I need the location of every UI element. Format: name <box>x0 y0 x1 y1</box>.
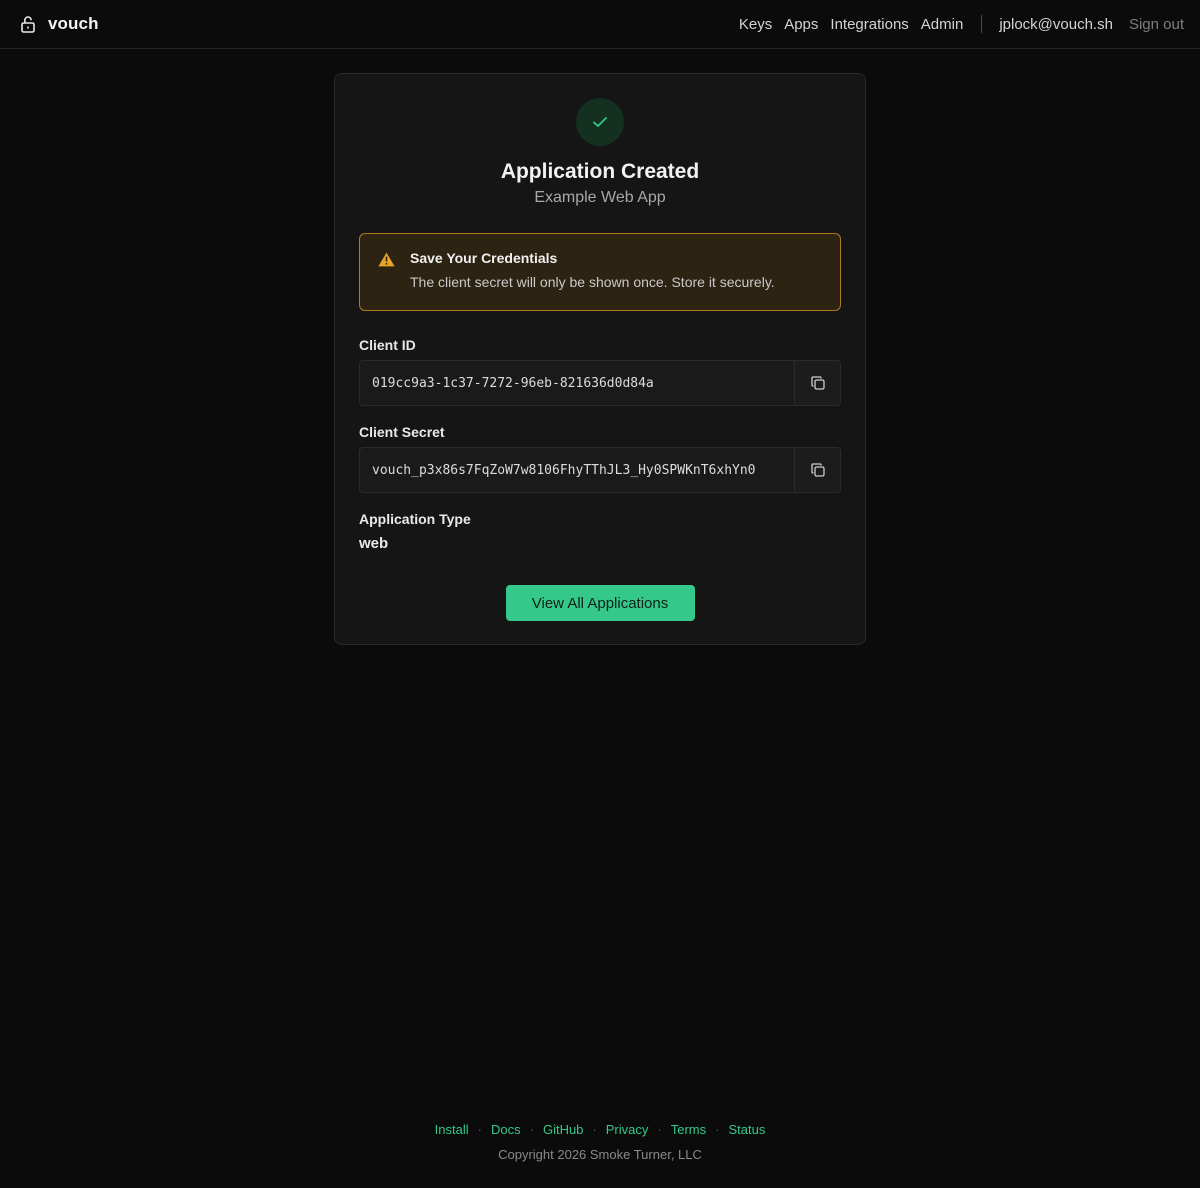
copy-client-secret-button[interactable] <box>794 448 840 492</box>
nav-integrations[interactable]: Integrations <box>830 16 908 33</box>
copyright: Copyright 2026 Smoke Turner, LLC <box>498 1147 702 1162</box>
page: vouch Keys Apps Integrations Admin jploc… <box>0 0 1200 1188</box>
copy-icon <box>810 463 825 477</box>
footer-link-status[interactable]: Status <box>728 1122 765 1137</box>
client-secret-value[interactable]: vouch_p3x86s7FqZoW7w8106FhyTThJL3_Hy0SPW… <box>360 448 794 492</box>
application-type-label: Application Type <box>359 511 471 527</box>
credentials-warning-alert: Save Your Credentials The client secret … <box>359 233 841 311</box>
nav-keys[interactable]: Keys <box>739 16 772 33</box>
client-id-label: Client ID <box>359 337 416 353</box>
view-all-applications-button[interactable]: View All Applications <box>505 585 695 621</box>
main-nav: Keys Apps Integrations Admin jplock@vouc… <box>739 15 1184 33</box>
nav-admin[interactable]: Admin <box>921 16 964 33</box>
sign-out-link[interactable]: Sign out <box>1129 16 1184 33</box>
nav-divider <box>981 15 983 33</box>
application-created-card: Application Created Example Web App Save… <box>334 73 866 645</box>
client-secret-field: vouch_p3x86s7FqZoW7w8106FhyTThJL3_Hy0SPW… <box>359 447 841 493</box>
footer-separator: · <box>657 1122 662 1137</box>
footer-separator: · <box>592 1122 597 1137</box>
lock-icon <box>21 16 35 33</box>
top-navigation-bar: vouch Keys Apps Integrations Admin jploc… <box>0 0 1200 49</box>
footer-links: Install · Docs · GitHub · Privacy · Terms · Status <box>0 1122 1200 1137</box>
footer-link-github[interactable]: GitHub <box>543 1122 583 1137</box>
page-title: Application Created <box>500 160 700 183</box>
copy-client-id-button[interactable] <box>794 361 840 405</box>
client-secret-label: Client Secret <box>359 424 445 440</box>
footer-separator: · <box>529 1122 534 1137</box>
footer: Install · Docs · GitHub · Privacy · Terms · Status… <box>0 1122 1200 1162</box>
brand-home-link[interactable]: vouch <box>20 14 99 34</box>
footer-separator: · <box>477 1122 482 1137</box>
alert-title: Save Your Credentials <box>410 250 558 266</box>
footer-link-terms[interactable]: Terms <box>671 1122 706 1137</box>
nav-apps[interactable]: Apps <box>784 16 818 33</box>
footer-link-privacy[interactable]: Privacy <box>606 1122 649 1137</box>
client-id-field: 019cc9a3-1c37-7272-96eb-821636d0d84a <box>359 360 841 406</box>
footer-separator: · <box>715 1122 720 1137</box>
client-id-value[interactable]: 019cc9a3-1c37-7272-96eb-821636d0d84a <box>360 361 794 405</box>
warning-triangle-icon <box>378 252 395 267</box>
alert-body: Save Your Credentials The client secret … <box>410 250 775 294</box>
check-icon <box>593 117 607 127</box>
footer-link-docs[interactable]: Docs <box>491 1122 521 1137</box>
footer-link-install[interactable]: Install <box>435 1122 469 1137</box>
copy-icon <box>810 376 825 390</box>
success-badge <box>576 98 624 146</box>
alert-message: The client secret will only be shown onc… <box>410 274 775 290</box>
application-name: Example Web App <box>534 189 666 206</box>
brand-name: vouch <box>48 14 99 33</box>
user-email: jplock@vouch.sh <box>999 15 1113 33</box>
application-type-value: web <box>359 535 389 552</box>
